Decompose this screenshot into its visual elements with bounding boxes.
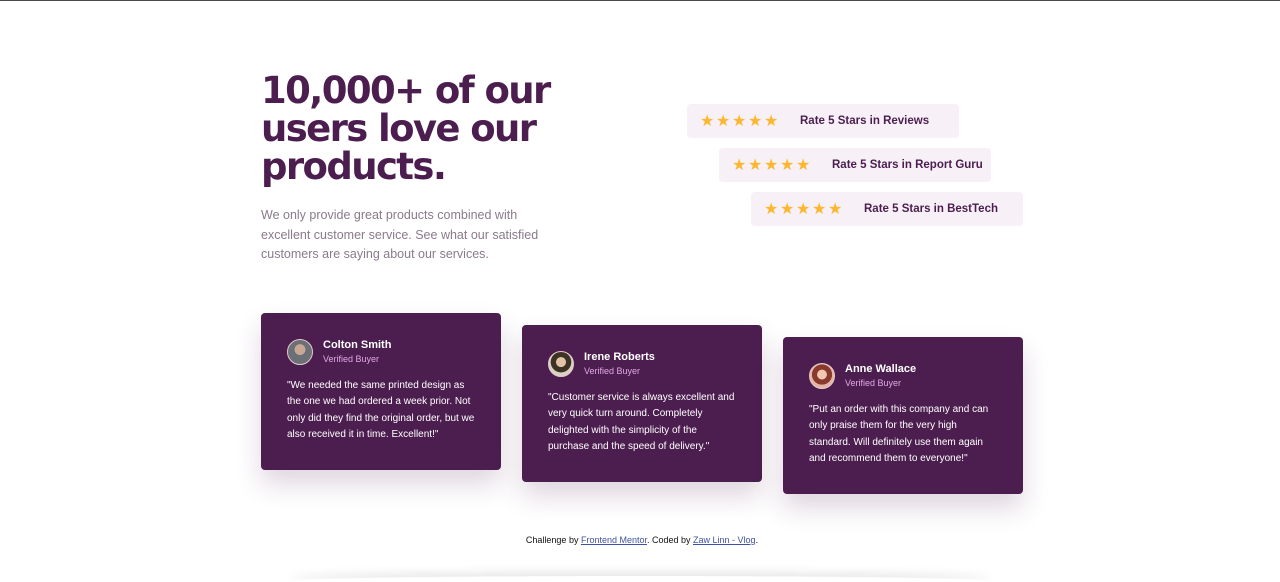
attribution-prefix: Challenge by [525,535,581,545]
star-rating: ★ ★ ★ ★ ★ [732,155,832,174]
testimonial-card: Anne Wallace Verified Buyer "Put an orde… [783,337,1023,494]
rating-besttech: ★ ★ ★ ★ ★ Rate 5 Stars in BestTech [751,192,1023,226]
intro-text: We only provide great products combined … [261,208,539,261]
star-icon: ★ [796,155,811,174]
bottom-shadow [290,576,990,582]
testimonial-card: Irene Roberts Verified Buyer "Customer s… [522,325,762,482]
star-icon: ★ [764,155,779,174]
avatar [287,339,313,365]
star-icon: ★ [812,199,827,218]
star-icon: ★ [796,199,811,218]
testimonials-page: 10,000+ of our users love our products. … [261,0,1023,582]
star-icon: ★ [764,111,779,130]
reviewer-header: Irene Roberts Verified Buyer [548,351,736,377]
star-icon: ★ [732,155,747,174]
author-link[interactable]: Zaw Linn - Vlog [693,535,756,545]
rating-reviews: ★ ★ ★ ★ ★ Rate 5 Stars in Reviews [687,104,959,138]
testimonial-quote: "We needed the same printed design as th… [287,380,475,440]
star-rating: ★ ★ ★ ★ ★ [700,111,800,130]
star-icon: ★ [828,199,843,218]
attribution-footer: Challenge by Frontend Mentor. Coded by Z… [261,535,1023,545]
star-icon: ★ [732,111,747,130]
star-icon: ★ [748,155,763,174]
reviewer-info: Colton Smith Verified Buyer [323,339,391,365]
page-headline: 10,000+ of our users love our products. [261,69,551,188]
star-icon: ★ [780,155,795,174]
rating-label: Rate 5 Stars in BestTech [864,203,999,215]
star-icon: ★ [748,111,763,130]
star-icon: ★ [780,199,795,218]
testimonial-card: Colton Smith Verified Buyer "We needed t… [261,313,501,470]
reviewer-name: Colton Smith [323,339,392,351]
reviewer-header: Anne Wallace Verified Buyer [809,363,997,389]
avatar [809,363,835,389]
testimonial-quote: "Put an order with this company and can … [809,404,989,464]
testimonial-quote: "Customer service is always excellent an… [548,392,735,452]
verified-badge: Verified Buyer [323,354,380,364]
star-icon: ★ [716,111,731,130]
star-icon: ★ [764,199,779,218]
rating-label: Rate 5 Stars in Reviews [800,115,930,127]
frontend-mentor-link[interactable]: Frontend Mentor [581,535,647,545]
reviewer-info: Anne Wallace Verified Buyer [845,363,916,389]
verified-badge: Verified Buyer [584,366,641,376]
reviewer-header: Colton Smith Verified Buyer [287,339,475,365]
rating-label: Rate 5 Stars in Report Guru [832,159,983,171]
verified-badge: Verified Buyer [845,378,902,388]
reviewer-name: Irene Roberts [584,351,655,363]
attribution-middle: . Coded by [647,535,694,545]
rating-report-guru: ★ ★ ★ ★ ★ Rate 5 Stars in Report Guru [719,148,991,182]
reviewer-info: Irene Roberts Verified Buyer [584,351,655,377]
star-icon: ★ [700,111,715,130]
star-rating: ★ ★ ★ ★ ★ [764,199,864,218]
avatar [548,351,574,377]
attribution-suffix: . [755,535,759,545]
reviewer-name: Anne Wallace [845,363,917,375]
